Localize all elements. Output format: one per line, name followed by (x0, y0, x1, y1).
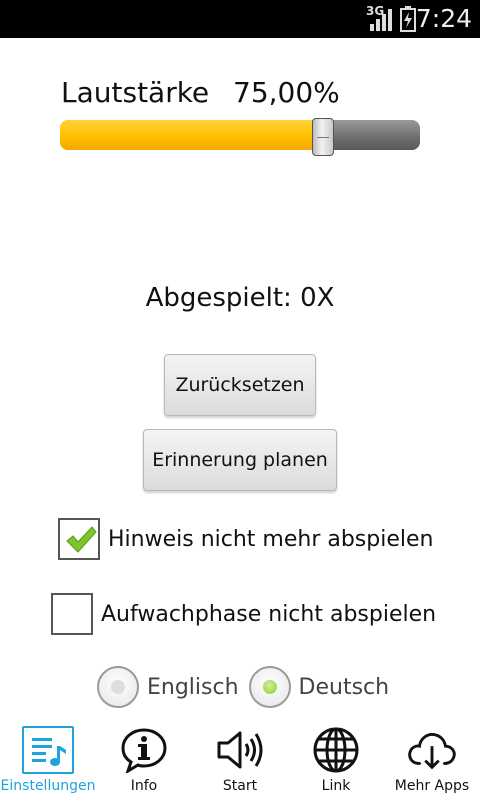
schedule-reminder-button[interactable]: Erinnerung planen (143, 429, 337, 491)
radio-english[interactable] (97, 666, 139, 708)
reset-button[interactable]: Zurücksetzen (164, 354, 316, 416)
bottom-navigation: Einstellungen Info Start Link Mehr Apps (0, 720, 480, 800)
nav-label: Start (222, 778, 258, 794)
wake-option[interactable]: Aufwachphase nicht abspielen (51, 593, 436, 635)
nav-label: Link (321, 778, 351, 794)
hint-label: Hinweis nicht mehr abspielen (108, 526, 434, 552)
status-bar: 3G 7:24 (0, 0, 480, 38)
radio-dot (111, 680, 125, 694)
volume-label: Lautstärke (61, 76, 210, 109)
hint-option[interactable]: Hinweis nicht mehr abspielen (58, 518, 433, 560)
settings-music-icon (22, 726, 74, 774)
wake-label: Aufwachphase nicht abspielen (101, 601, 437, 627)
radio-german[interactable] (248, 666, 291, 708)
played-count: Abgespielt: 0X (145, 283, 335, 313)
globe-icon (310, 726, 362, 774)
language-radio-group: Englisch Deutsch (97, 666, 399, 708)
nav-label: Info (130, 778, 158, 794)
checkmark-icon (66, 526, 97, 553)
signal-icon (370, 9, 392, 31)
settings-screen: Lautstärke 75,00% Abgespielt: 0X Zurücks… (0, 38, 480, 720)
german-label[interactable]: Deutsch (299, 675, 390, 700)
nav-settings[interactable]: Einstellungen (0, 720, 96, 800)
cloud-download-icon (406, 726, 458, 774)
battery-icon (400, 6, 416, 32)
nav-start[interactable]: Start (192, 720, 288, 800)
volume-value: 75,00% (233, 76, 340, 109)
clock: 7:24 (415, 4, 472, 33)
nav-label: Mehr Apps (394, 778, 470, 794)
radio-dot (262, 680, 277, 694)
english-label[interactable]: Englisch (147, 675, 239, 700)
nav-info[interactable]: Info (96, 720, 192, 800)
hint-checkbox[interactable] (58, 518, 100, 560)
slider-fill (60, 120, 323, 150)
nav-link[interactable]: Link (288, 720, 384, 800)
info-icon (118, 726, 170, 774)
volume-slider[interactable] (60, 118, 420, 156)
speaker-icon (214, 726, 266, 774)
slider-thumb[interactable] (312, 118, 334, 156)
wake-checkbox[interactable] (51, 593, 93, 635)
nav-label: Einstellungen (0, 778, 96, 794)
nav-more-apps[interactable]: Mehr Apps (384, 720, 480, 800)
